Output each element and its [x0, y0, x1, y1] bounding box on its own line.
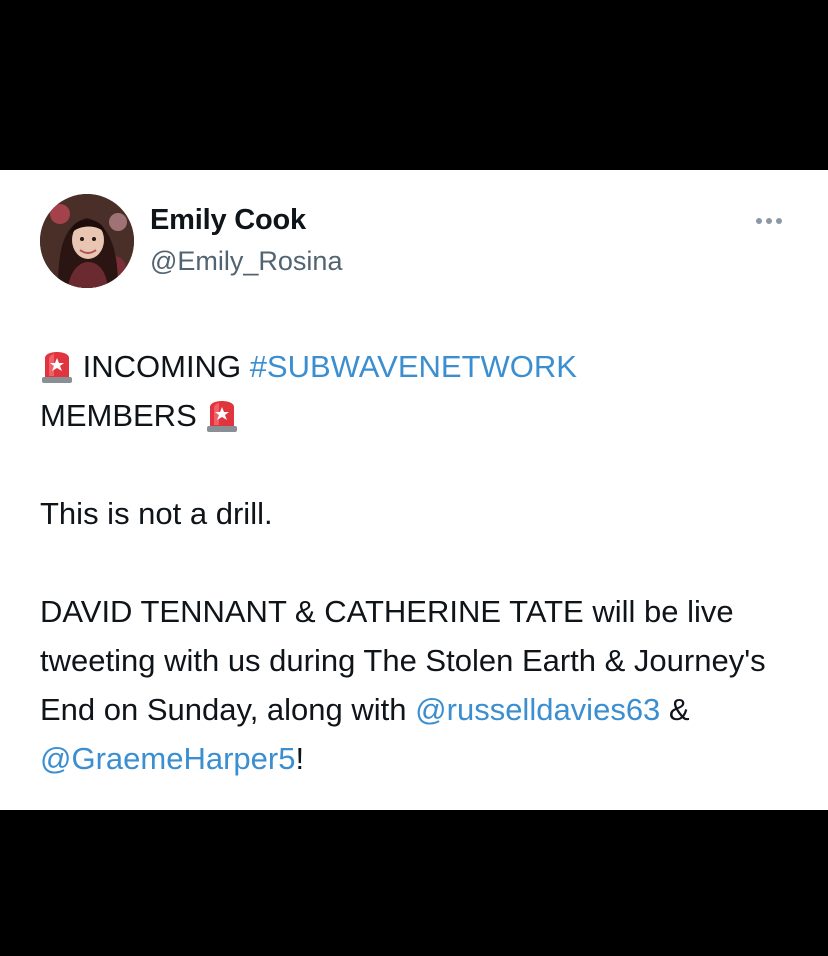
tweet-line-incoming: INCOMING #SUBWAVENETWORK — [40, 342, 800, 391]
avatar-image — [40, 194, 134, 288]
mention-link-graemeharper5[interactable]: @GraemeHarper5 — [40, 741, 295, 776]
tweet-line-members: MEMBERS — [40, 391, 800, 440]
tweet-text: INCOMING #SUBWAVENETWORK MEMBERS This is… — [40, 342, 800, 783]
tweet-paragraph-announcement: DAVID TENNANT & CATHERINE TATE will be l… — [40, 587, 800, 783]
avatar[interactable] — [40, 194, 134, 288]
incoming-text: INCOMING — [82, 349, 242, 384]
police-car-light-icon — [205, 395, 239, 433]
author-name[interactable]: Emily Cook — [150, 204, 306, 237]
mention-link-russelldavies63[interactable]: @russelldavies63 — [415, 692, 660, 727]
hashtag-link[interactable]: #SUBWAVENETWORK — [250, 349, 577, 384]
author-handle[interactable]: @Emily_Rosina — [150, 246, 342, 277]
police-car-light-icon — [40, 346, 74, 384]
more-horizontal-icon[interactable] — [752, 208, 788, 234]
ampersand-text: & — [668, 692, 690, 727]
tweet-paragraph-drill: This is not a drill. — [40, 496, 273, 531]
members-text: MEMBERS — [40, 398, 197, 433]
exclamation-text: ! — [295, 741, 305, 776]
tweet-card: Emily Cook @Emily_Rosina INCOMING #SUBWA… — [0, 170, 828, 810]
